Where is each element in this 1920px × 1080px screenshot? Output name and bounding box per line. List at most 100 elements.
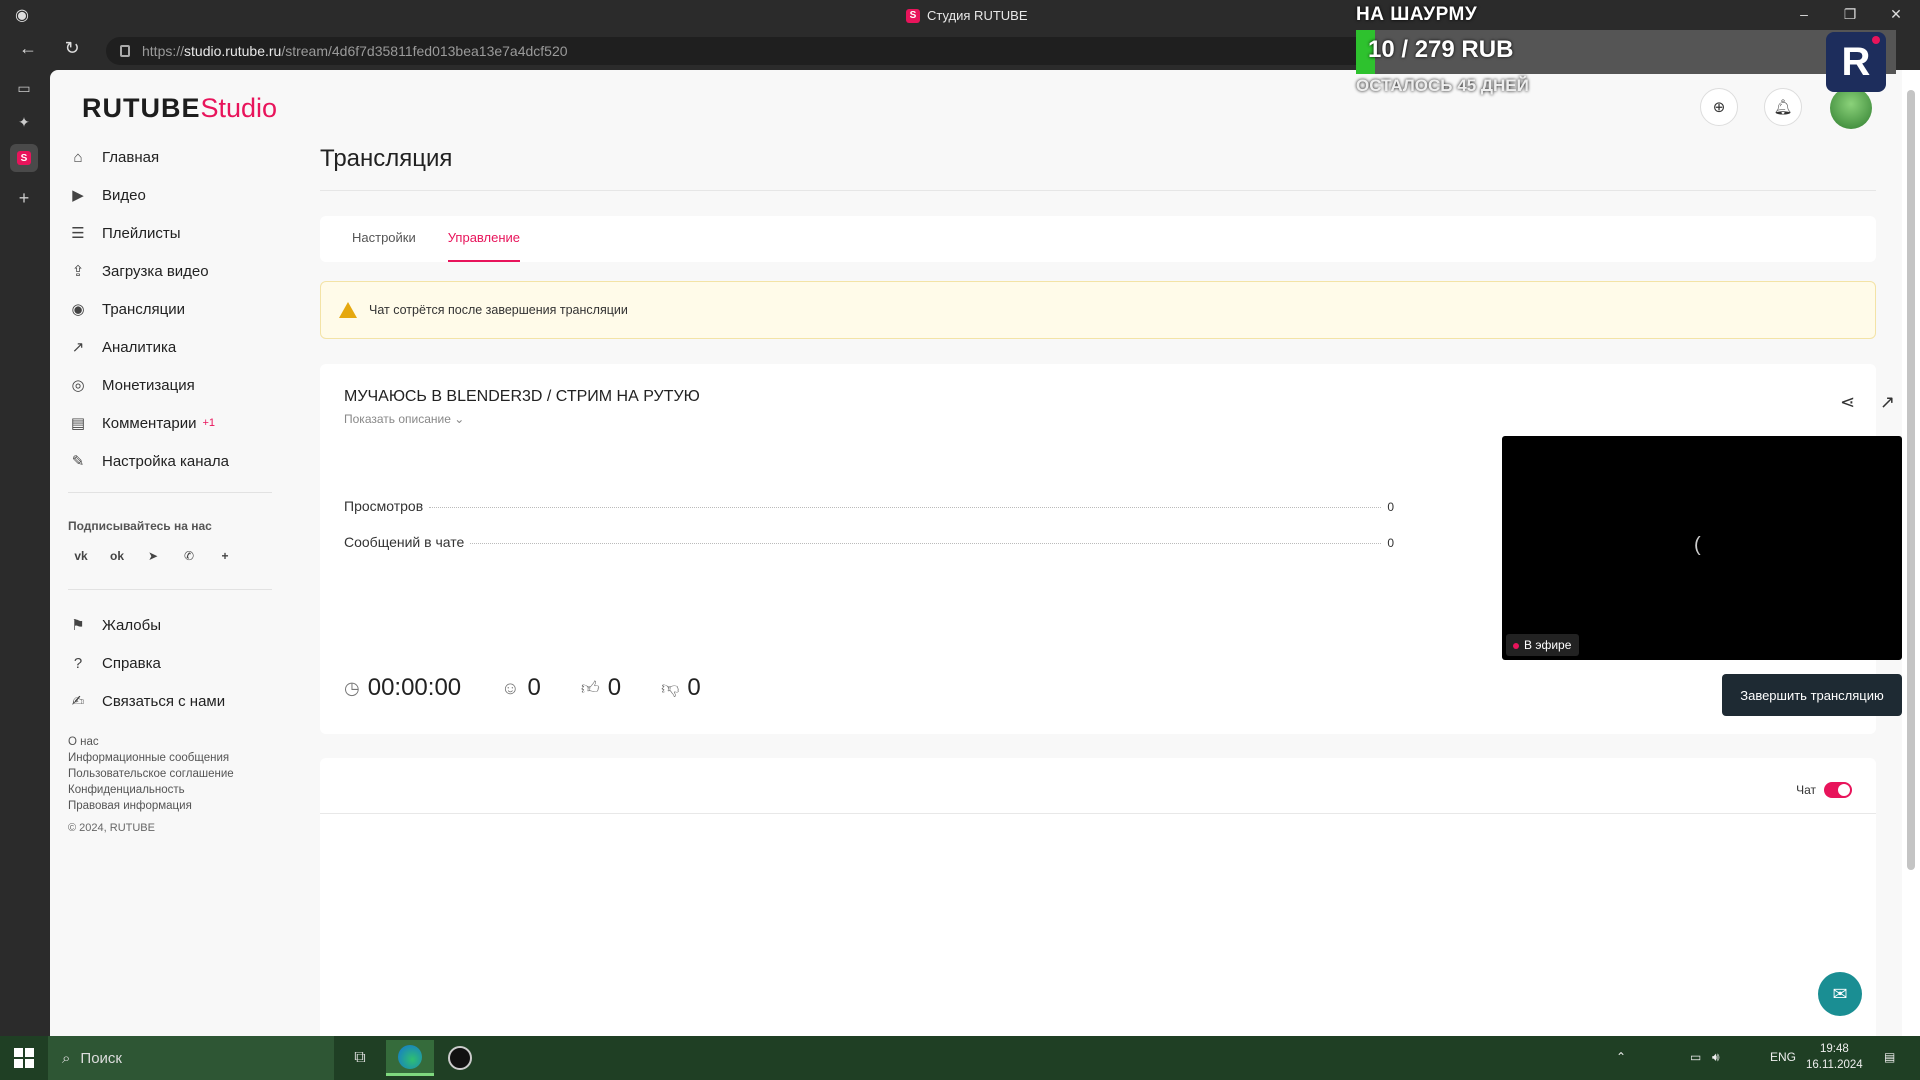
sidebar-item-video[interactable]: ▶ Видео (50, 176, 270, 214)
show-description-toggle[interactable]: Показать описание ⌄ (344, 412, 464, 426)
like-icon: 👍︎ (580, 678, 600, 698)
sidebar-item-help[interactable]: ? Справка (50, 644, 270, 682)
dislike-icon: 👎︎ (661, 678, 680, 698)
profile-icon[interactable]: ◉ (10, 5, 34, 25)
vk-icon[interactable]: vk (70, 545, 92, 567)
chat-toggle-label: Чат (1796, 783, 1816, 797)
sidebar-item-contact[interactable]: ✍ Связаться с нами (50, 682, 270, 720)
footer-links: О нас Информационные сообщения Пользоват… (50, 734, 270, 814)
language-indicator[interactable]: ENG (1770, 1050, 1796, 1064)
chat-toggle[interactable] (1824, 782, 1852, 798)
end-stream-button[interactable]: Завершить трансляцию (1722, 674, 1902, 716)
copilot-icon[interactable]: ✦ (10, 108, 38, 136)
open-external-icon[interactable]: ↗ (1880, 392, 1895, 413)
donation-goal-overlay: НА ШАУРМУ 10 / 279 RUB ОСТАЛОСЬ 45 ДНЕЙ (1356, 4, 1896, 96)
social-links: vk ok ➤ ✆ + (50, 545, 270, 567)
obs-taskbar-app[interactable] (436, 1040, 484, 1076)
video-icon: ▶ (72, 187, 84, 204)
task-view-button[interactable]: ⧉ (336, 1040, 384, 1076)
tab-settings[interactable]: Настройки (352, 216, 416, 262)
sidebar-item-monetization[interactable]: ◎ Монетизация (50, 366, 270, 404)
share-icon[interactable]: ⋖ (1840, 392, 1855, 413)
viewers-icon: ☺ (501, 677, 520, 698)
title-divider (320, 190, 1876, 191)
likes-counter: 👍︎ 0 (580, 674, 622, 701)
footer-link-info[interactable]: Информационные сообщения (68, 750, 270, 766)
stream-preview-player[interactable]: ( В эфире (1502, 436, 1902, 660)
edge-taskbar-app[interactable] (386, 1040, 434, 1076)
stat-value: 0 (1387, 536, 1394, 550)
chat-card: Чат (320, 758, 1876, 1036)
vertical-tabs: ▭ ✦ S + (0, 70, 50, 1036)
sidebar-item-broadcasts[interactable]: ◉ Трансляции (50, 290, 270, 328)
footer-link-about[interactable]: О нас (68, 734, 270, 750)
edge-icon (398, 1044, 422, 1069)
rutube-studio-logo[interactable]: RUTUBEStudio (82, 93, 277, 124)
tabs: Настройки Управление (320, 216, 1876, 262)
warning-icon (339, 302, 357, 318)
sidebar: ⌂ Главная ▶ Видео ☰ Плейлисты ⇪ Загрузка вид… (50, 138, 272, 834)
dotted-leader (429, 507, 1382, 508)
telegram-icon[interactable]: ➤ (142, 545, 164, 567)
stat-row-views: Просмотров 0 (344, 498, 1394, 514)
wand-icon: ✎ (71, 453, 85, 470)
page-scrollbar[interactable] (1902, 70, 1920, 1036)
clock-icon: ◷ (344, 677, 360, 698)
sidebar-item-playlists[interactable]: ☰ Плейлисты (50, 214, 270, 252)
viber-icon[interactable]: ✆ (178, 545, 200, 567)
ok-icon[interactable]: ok (106, 545, 128, 567)
tab-actions-icon[interactable]: ▭ (10, 74, 38, 102)
footer-link-legal[interactable]: Правовая информация (68, 798, 270, 814)
viewers-counter: ☺ 0 (501, 674, 541, 701)
network-icon[interactable]: ▭ (1690, 1050, 1701, 1064)
page-title: Трансляция (320, 145, 453, 172)
footer-link-agreement[interactable]: Пользовательское соглашение (68, 766, 270, 782)
sidebar-item-channel-settings[interactable]: ✎ Настройка канала (50, 442, 270, 480)
window-title: S Студия RUTUBE (906, 8, 1028, 23)
plus-icon[interactable]: + (214, 545, 236, 567)
volume-icon[interactable]: 🔊︎ (1712, 1050, 1720, 1065)
tray-chevron-icon[interactable]: ⌃ (1616, 1050, 1626, 1064)
sidebar-item-complaints[interactable]: ⚑ Жалобы (50, 606, 270, 644)
comments-icon: ▤ (70, 415, 86, 432)
dislikes-counter: 👎︎ 0 (661, 674, 701, 701)
new-tab-icon[interactable]: + (10, 184, 38, 212)
reload-button[interactable]: ↻ (60, 38, 84, 59)
sidebar-item-home[interactable]: ⌂ Главная (50, 138, 270, 176)
support-chat-button[interactable]: ✉ (1818, 972, 1862, 1016)
sidebar-item-comments[interactable]: ▤ Комментарии +1 (50, 404, 270, 442)
taskbar-search[interactable]: ⌕ Поиск (48, 1036, 334, 1080)
sidebar-divider (68, 492, 272, 493)
money-icon: ◎ (71, 377, 85, 394)
edit-icon: ✍ (71, 693, 85, 710)
sidebar-item-upload[interactable]: ⇪ Загрузка видео (50, 252, 270, 290)
footer-link-privacy[interactable]: Конфиденциальность (68, 782, 270, 798)
stat-label: Просмотров (344, 498, 424, 514)
goal-title: НА ШАУРМУ (1356, 4, 1478, 25)
flag-icon: ⚑ (71, 617, 85, 634)
extension-logo[interactable]: R (1826, 32, 1886, 92)
tab-control[interactable]: Управление (447, 216, 521, 262)
stat-row-messages: Сообщений в чате 0 (344, 534, 1394, 550)
analytics-icon: ↗ (71, 339, 85, 356)
chat-toggle-group: Чат (1796, 782, 1852, 798)
url-text: https://studio.rutube.ru/stream/4d6f7d35… (142, 43, 568, 59)
start-button[interactable] (14, 1048, 34, 1068)
dotted-leader (470, 543, 1382, 544)
rutube-tab-icon[interactable]: S (10, 144, 38, 172)
stream-counters: ◷ 00:00:00 ☺ 0 👍︎ 0 👎︎ 0 (344, 674, 701, 702)
sidebar-item-analytics[interactable]: ↗ Аналитика (50, 328, 270, 366)
follow-title: Подписывайтесь на нас (68, 519, 212, 533)
obs-icon (448, 1046, 472, 1070)
taskbar-clock[interactable]: 19:48 16.11.2024 (1806, 1041, 1863, 1073)
notifications-center-icon[interactable]: ▤ (1884, 1050, 1895, 1064)
scroll-thumb[interactable] (1907, 90, 1915, 870)
notification-dot-icon (1872, 36, 1880, 44)
chat-warning-alert: Чат сотрётся после завершения трансляции (320, 281, 1876, 339)
copyright: © 2024, RUTUBE (68, 822, 155, 834)
goal-remaining: ОСТАЛОСЬ 45 ДНЕЙ (1356, 76, 1529, 95)
studio-page: RUTUBEStudio ⊕ 🔔︎ ⌂ Главная ▶ Видео ☰ Плейл… (50, 70, 1902, 1036)
stream-card: МУЧАЮСЬ В BLENDER3D / СТРИМ НА РУТУЮ Пок… (320, 364, 1902, 734)
back-button[interactable]: ← (16, 38, 40, 59)
live-dot-icon (1513, 643, 1519, 649)
